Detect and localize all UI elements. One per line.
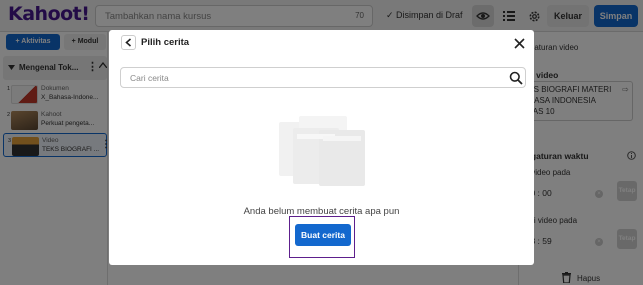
search-icon[interactable] <box>509 71 523 85</box>
search-input[interactable]: Cari cerita <box>120 67 526 88</box>
close-button[interactable] <box>511 35 527 51</box>
pick-story-dialog: Pilih cerita Cari cerita Anda belum memb… <box>109 30 534 265</box>
back-icon <box>125 38 132 47</box>
dialog-title: Pilih cerita <box>141 37 190 48</box>
search-placeholder: Cari cerita <box>130 73 169 83</box>
close-icon <box>513 37 525 49</box>
empty-stories-illustration <box>279 116 365 186</box>
back-button[interactable] <box>121 35 136 50</box>
create-story-button[interactable]: Buat cerita <box>295 224 351 246</box>
